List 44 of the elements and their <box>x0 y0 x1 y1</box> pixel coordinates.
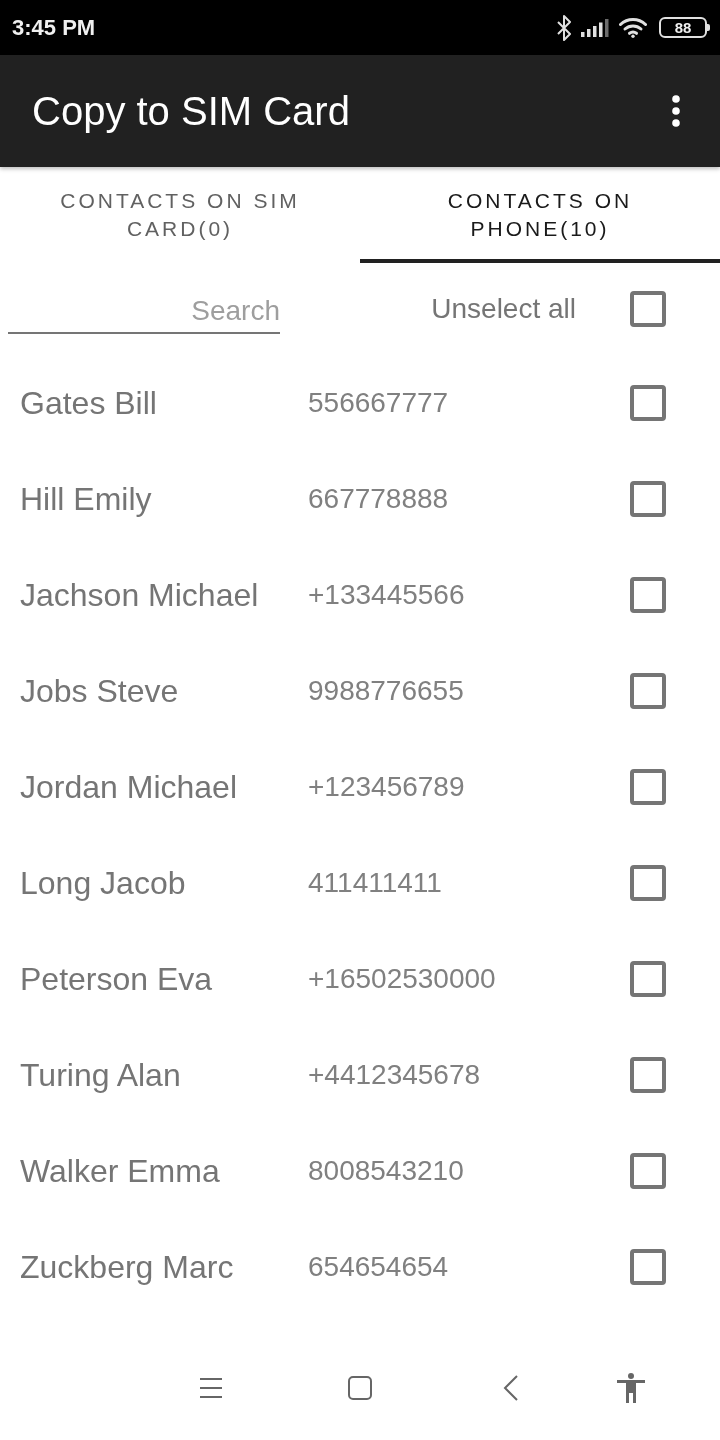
search-field[interactable]: Search <box>8 290 280 334</box>
contact-phone: 654654654 <box>308 1251 450 1283</box>
contact-checkbox[interactable] <box>630 385 666 421</box>
screen-title: Copy to SIM Card <box>32 88 350 134</box>
home-square-icon[interactable] <box>348 1376 372 1400</box>
contact-checkbox[interactable] <box>630 673 666 709</box>
contact-phone: +123456789 <box>308 771 466 803</box>
menu-icon[interactable] <box>200 1378 222 1398</box>
contact-name: Gates Bill <box>20 384 158 422</box>
back-icon[interactable] <box>503 1375 518 1401</box>
status-time: 3:45 PM <box>12 14 96 41</box>
contact-phone: 667778888 <box>308 483 450 515</box>
wifi-icon <box>619 17 647 38</box>
contact-checkbox[interactable] <box>630 1057 666 1093</box>
contact-phone: +133445566 <box>308 579 466 611</box>
contact-phone: +16502530000 <box>308 963 497 995</box>
contact-phone: 556667777 <box>308 387 450 419</box>
battery-indicator: 88 <box>659 17 710 38</box>
accessibility-icon[interactable] <box>617 1373 645 1403</box>
contact-phone: 411411411 <box>308 867 443 899</box>
contact-checkbox[interactable] <box>630 1249 666 1285</box>
bluetooth-icon <box>556 14 572 41</box>
contact-name: Jobs Steve <box>20 672 180 710</box>
contact-name: Long Jacob <box>20 864 187 902</box>
contact-phone: +4412345678 <box>308 1059 482 1091</box>
contact-name: Zuckberg Marc <box>20 1248 235 1286</box>
contact-checkbox[interactable] <box>630 577 666 613</box>
contact-name: Hill Emily <box>20 480 153 518</box>
contact-checkbox[interactable] <box>630 961 666 997</box>
contact-phone: 8008543210 <box>308 1155 465 1187</box>
contact-checkbox[interactable] <box>630 1153 666 1189</box>
more-options-icon[interactable] <box>672 95 680 127</box>
contact-name: Walker Emma <box>20 1152 221 1190</box>
select-all-checkbox[interactable] <box>630 291 666 327</box>
contact-checkbox[interactable] <box>630 769 666 805</box>
contact-name: Jachson Michael <box>20 576 260 614</box>
contact-checkbox[interactable] <box>630 481 666 517</box>
contact-checkbox[interactable] <box>630 865 666 901</box>
contact-name: Peterson Eva <box>20 960 214 998</box>
unselect-all-label[interactable]: Unselect all <box>431 293 576 325</box>
contact-name: Jordan Michael <box>20 768 238 806</box>
contact-phone: 9988776655 <box>308 675 465 707</box>
contact-name: Turing Alan <box>20 1056 182 1094</box>
signal-icon <box>581 18 609 37</box>
